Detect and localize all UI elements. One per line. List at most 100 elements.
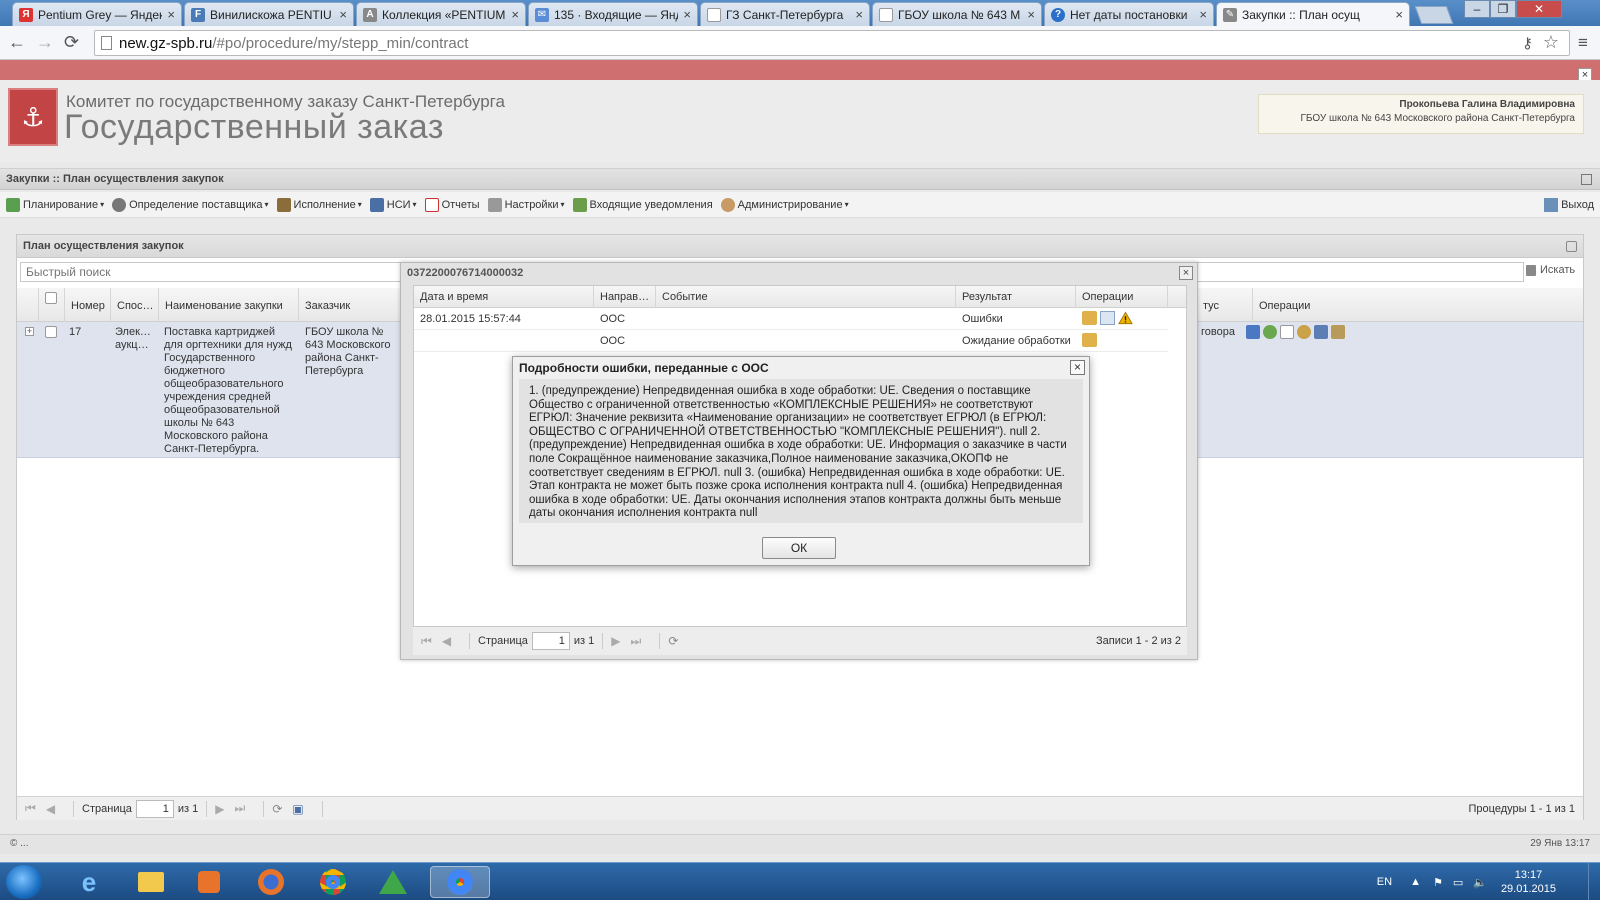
save-icon[interactable]: ▣ [292, 802, 303, 816]
close-tab-icon[interactable]: × [1395, 7, 1403, 22]
column-header-customer[interactable]: Заказчик [299, 288, 411, 322]
url-input[interactable]: new.gz-spb.ru/#po/procedure/my/stepp_min… [94, 30, 1570, 56]
scroll-icon[interactable] [1331, 325, 1345, 339]
prev-page-icon[interactable]: ◀ [442, 634, 451, 648]
volume-icon[interactable]: 🔈 [1473, 876, 1487, 889]
prev-page-icon[interactable]: ◀ [46, 802, 55, 816]
browser-tab[interactable]: ГЗ Санкт-Петербурга × [700, 2, 870, 26]
binoculars-icon [1526, 264, 1536, 276]
network-icon[interactable]: ▭ [1453, 876, 1463, 889]
flag-icon[interactable]: ⚑ [1433, 876, 1443, 889]
reload-icon[interactable]: ⟳ [64, 32, 79, 53]
browser-tab[interactable]: F Винилискожа PENTIU × [184, 2, 354, 26]
next-page-icon[interactable]: ▶ [611, 634, 620, 648]
back-arrow-icon[interactable]: ← [8, 32, 26, 53]
first-page-icon[interactable]: ⏮ [421, 634, 432, 649]
close-tab-icon[interactable]: × [1199, 7, 1207, 22]
column-header-status[interactable]: тус [1197, 288, 1253, 322]
logout-button[interactable]: Выход [1544, 198, 1594, 212]
media-player-icon[interactable] [186, 866, 232, 898]
forward-arrow-icon[interactable]: → [36, 32, 54, 53]
column-header-direction[interactable]: Направ… [594, 286, 656, 308]
menu-item-label: Настройки [504, 198, 559, 211]
records-summary: Записи 1 - 2 из 2 [1096, 635, 1181, 647]
menu-icon[interactable]: ≡ [1578, 33, 1588, 53]
new-tab-button[interactable] [1414, 6, 1454, 24]
clock[interactable]: 13:17 29.01.2015 [1501, 868, 1556, 896]
browser-tab[interactable]: Я Pentium Grey — Яндек × [12, 2, 182, 26]
browser-tab[interactable]: ? Нет даты постановки × [1044, 2, 1214, 26]
table-row[interactable]: 28.01.2015 15:57:44 ООС Ошибки [414, 308, 1168, 330]
next-page-icon[interactable]: ▶ [215, 802, 224, 816]
refresh-icon[interactable] [1566, 241, 1577, 252]
select-all-checkbox[interactable] [45, 292, 57, 304]
firefox-icon[interactable] [248, 866, 294, 898]
close-tab-icon[interactable]: × [167, 7, 175, 22]
chrome-icon[interactable] [310, 866, 356, 898]
form-icon[interactable] [1314, 325, 1328, 339]
close-icon[interactable]: × [1179, 266, 1193, 280]
file-explorer-icon[interactable] [128, 866, 174, 898]
browser-tab-active[interactable]: ✎ Закупки :: План осущ × [1216, 2, 1410, 26]
column-header-datetime[interactable]: Дата и время [414, 286, 594, 308]
chrome-active-icon[interactable] [430, 866, 490, 898]
menu-item-settings[interactable]: Настройки ▾ [487, 197, 565, 212]
windows-start-button[interactable] [6, 865, 42, 899]
first-page-icon[interactable]: ⏮ [25, 801, 36, 816]
internet-explorer-icon[interactable]: e [66, 866, 112, 898]
page-number-input[interactable]: 1 [135, 799, 174, 818]
search-button[interactable]: Искать [1526, 264, 1575, 276]
menu-item-supplier[interactable]: Определение поставщика ▾ [112, 197, 269, 212]
key-icon[interactable]: ⚷ [1522, 34, 1533, 52]
show-desktop-button[interactable] [1588, 863, 1600, 900]
document-icon[interactable] [1280, 325, 1294, 339]
row-checkbox[interactable] [45, 326, 57, 338]
column-header-number[interactable]: Номер [65, 288, 111, 322]
warning-icon[interactable] [1118, 311, 1133, 325]
execution-icon [276, 197, 291, 212]
maximize-button[interactable]: ❐ [1490, 0, 1516, 18]
column-header-result[interactable]: Результат [956, 286, 1076, 308]
close-tab-icon[interactable]: × [1027, 7, 1035, 22]
menu-item-reports[interactable]: Отчеты [424, 197, 480, 212]
page-number-input[interactable]: 1 [531, 632, 570, 650]
column-header-event[interactable]: Событие [656, 286, 956, 308]
close-tab-icon[interactable]: × [683, 7, 691, 22]
close-tab-icon[interactable]: × [339, 7, 347, 22]
table-row[interactable]: ООС Ожидание обработки [414, 330, 1168, 352]
column-header-method[interactable]: Спос… [111, 288, 159, 322]
close-tab-icon[interactable]: × [855, 7, 863, 22]
chart-icon[interactable] [1246, 325, 1260, 339]
gear-icon [112, 197, 127, 212]
emblem-icon[interactable] [1297, 325, 1311, 339]
close-tab-icon[interactable]: × [511, 7, 519, 22]
ok-button[interactable]: ОК [762, 537, 836, 559]
refresh-icon[interactable]: ⟳ [668, 634, 678, 648]
browser-tab[interactable]: A Коллекция «PENTIUM × [356, 2, 526, 26]
menu-item-label: Планирование [23, 198, 99, 211]
expand-row-icon[interactable]: + [25, 327, 34, 336]
browser-tab[interactable]: ✉ 135 · Входящие — Янд × [528, 2, 698, 26]
close-icon[interactable]: × [1070, 360, 1085, 375]
tray-arrow-icon[interactable]: ▲ [1410, 876, 1421, 888]
menu-item-admin[interactable]: Администрирование ▾ [720, 197, 849, 212]
menu-item-nsi[interactable]: НСИ ▾ [369, 197, 417, 212]
bookmark-star-icon[interactable]: ☆ [1543, 32, 1559, 53]
window-close-button[interactable]: ✕ [1516, 0, 1562, 18]
package-icon[interactable] [1082, 333, 1097, 347]
refresh-icon[interactable]: ⟳ [272, 802, 282, 816]
browser-tab[interactable]: ГБОУ школа № 643 М × [872, 2, 1042, 26]
menu-item-planning[interactable]: Планирование ▾ [6, 197, 104, 212]
minimize-button[interactable]: – [1464, 0, 1490, 18]
collapse-icon[interactable] [1581, 174, 1592, 185]
document-icon[interactable] [1100, 311, 1115, 325]
last-page-icon[interactable]: ⏭ [631, 634, 642, 649]
recycle-app-icon[interactable] [370, 866, 416, 898]
column-header-name[interactable]: Наименование закупки [159, 288, 299, 322]
menu-item-execution[interactable]: Исполнение ▾ [276, 197, 362, 212]
language-indicator[interactable]: EN [1377, 876, 1392, 888]
package-icon[interactable] [1082, 311, 1097, 325]
menu-item-notifications[interactable]: Входящие уведомления [572, 197, 713, 212]
gear-icon[interactable] [1263, 325, 1277, 339]
last-page-icon[interactable]: ⏭ [235, 801, 246, 816]
